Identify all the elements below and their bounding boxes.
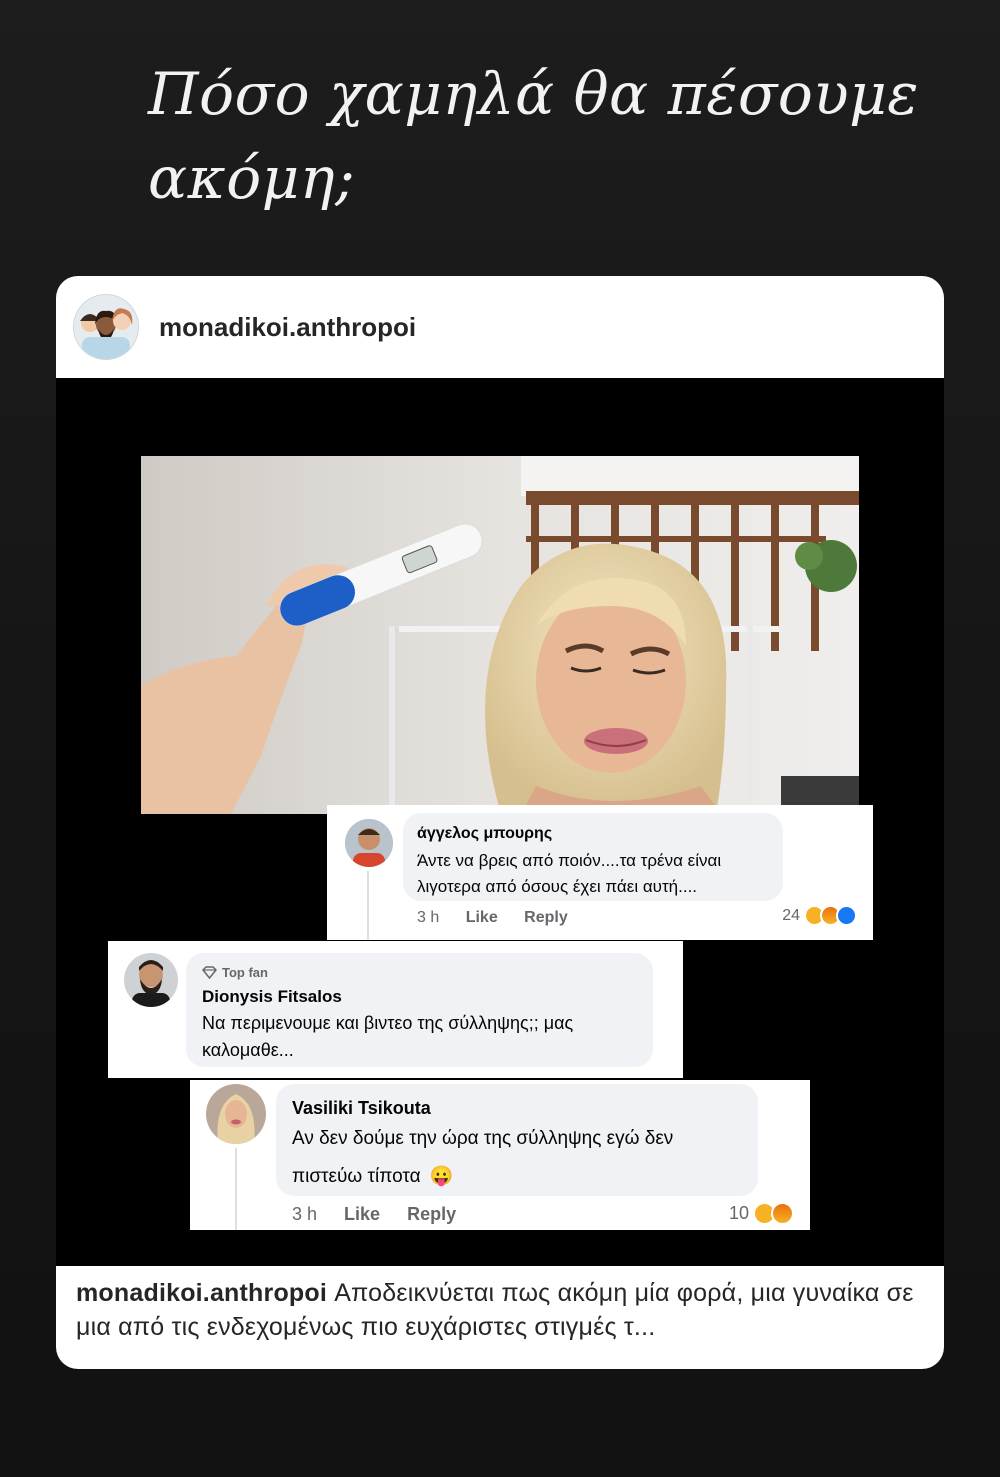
headline-line-1: Πόσο χαμηλά θα πέσουμε	[148, 60, 919, 128]
comment-text-3b: πιστεύω τίποτα 😛	[292, 1164, 454, 1188]
thread-line	[367, 871, 369, 940]
story-headline: Πόσο χαμηλά θα πέσουμε ακόμη;	[148, 52, 928, 220]
top-fan-label: Top fan	[222, 965, 268, 980]
comment-bubble-1[interactable]: άγγελος μπουρης Άντε να βρεις από ποιόν.…	[403, 813, 783, 901]
commenter-name-2[interactable]: Dionysis Fitsalos	[202, 987, 342, 1007]
reaction-count-1: 24	[782, 906, 800, 924]
blonde-woman-avatar-icon	[206, 1084, 266, 1144]
comment-actions-1: 3 h Like Reply	[417, 909, 590, 927]
comment-text-3b-words: πιστεύω τίποτα	[292, 1166, 421, 1187]
tongue-emoji: 😛	[429, 1166, 454, 1187]
thread-line	[235, 1148, 237, 1230]
cartoon-faces-icon	[74, 295, 138, 359]
comment-text-2b: καλομαθε...	[202, 1040, 294, 1060]
comment-time-3: 3 h	[292, 1204, 318, 1224]
man-avatar-icon	[345, 819, 393, 867]
commenter-avatar-1[interactable]	[345, 819, 393, 867]
commenter-name-3[interactable]: Vasiliki Tsikouta	[292, 1098, 431, 1119]
like-icon	[836, 905, 857, 926]
reaction-count-3: 10	[728, 1203, 749, 1223]
like-link-3[interactable]: Like	[344, 1204, 380, 1224]
post-header[interactable]: monadikoi.anthropoi	[56, 276, 944, 378]
comment-time-1: 3 h	[417, 909, 440, 926]
woman-holding-pregnancy-test-image	[141, 456, 859, 814]
bearded-man-avatar-icon	[124, 953, 178, 1007]
commenter-avatar-3[interactable]	[206, 1084, 266, 1144]
reaction-summary-3[interactable]: 10	[729, 1202, 794, 1225]
reaction-summary-1[interactable]: 24	[782, 905, 857, 926]
commenter-name-1[interactable]: άγγελος μπουρης	[417, 825, 552, 843]
comment-text-1b: λιγοτερα από όσους έχει πάει αυτή....	[417, 877, 698, 896]
comment-card-3[interactable]: Vasiliki Tsikouta Αν δεν δούμε την ώρα τ…	[190, 1080, 810, 1230]
comment-card-1[interactable]: άγγελος μπουρης Άντε να βρεις από ποιόν.…	[327, 805, 873, 940]
top-fan-badge: Top fan	[202, 965, 268, 980]
caption-text-block: monadikoi.anthropoi Αποδεικνύεται πως ακ…	[76, 1276, 926, 1344]
post-username[interactable]: monadikoi.anthropoi	[159, 312, 416, 343]
like-link-1[interactable]: Like	[466, 909, 498, 926]
comment-text-1a: Άντε να βρεις από ποιόν....τα τρένα είνα…	[417, 851, 722, 870]
comment-text-2a: Να περιμενουμε και βιντεο της σύλληψης;;…	[202, 1013, 574, 1033]
reply-link-1[interactable]: Reply	[524, 909, 568, 926]
diamond-icon	[202, 966, 217, 979]
shared-post-card[interactable]: monadikoi.anthropoi άγγελος μπουρης Άντε…	[56, 276, 944, 1369]
angry-icon	[771, 1202, 794, 1225]
reply-link-3[interactable]: Reply	[407, 1204, 456, 1224]
comment-bubble-2[interactable]: Top fan Dionysis Fitsalos Να περιμενουμε…	[186, 953, 653, 1067]
comment-bubble-3[interactable]: Vasiliki Tsikouta Αν δεν δούμε την ώρα τ…	[276, 1084, 758, 1196]
comment-card-2[interactable]: Top fan Dionysis Fitsalos Να περιμενουμε…	[108, 941, 683, 1078]
post-photo	[141, 456, 859, 814]
commenter-avatar-2[interactable]	[124, 953, 178, 1007]
profile-avatar[interactable]	[74, 295, 138, 359]
headline-line-2: ακόμη;	[148, 144, 356, 212]
post-caption[interactable]: monadikoi.anthropoi Αποδεικνύεται πως ακ…	[56, 1266, 944, 1369]
caption-username[interactable]: monadikoi.anthropoi	[76, 1279, 327, 1307]
comment-text-3a: Αν δεν δούμε την ώρα της σύλληψης εγώ δε…	[292, 1128, 674, 1149]
comment-actions-3: 3 h Like Reply	[292, 1204, 478, 1225]
